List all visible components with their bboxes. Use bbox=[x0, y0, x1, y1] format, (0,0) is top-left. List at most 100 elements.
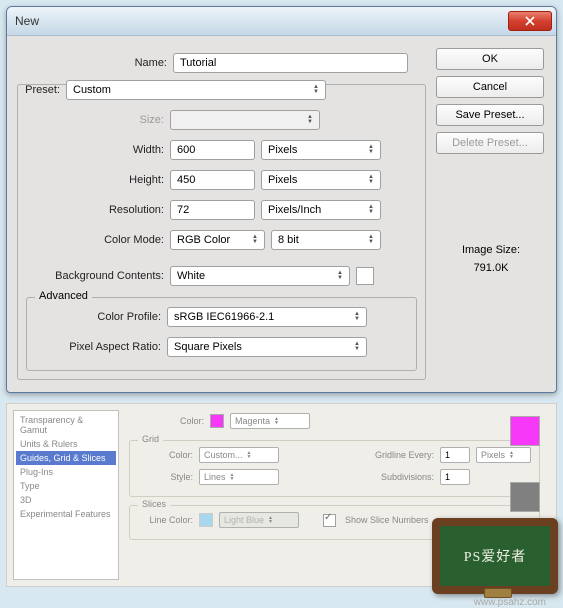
preset-value: Custom bbox=[73, 84, 111, 96]
slices-linecolor-select: Light Blue bbox=[219, 512, 299, 528]
slices-linecolor-label: Line Color: bbox=[138, 515, 193, 525]
gridline-input[interactable] bbox=[440, 447, 470, 463]
titlebar: New bbox=[7, 7, 556, 36]
size-select bbox=[170, 110, 320, 130]
updown-icon bbox=[247, 451, 252, 459]
colormode-select[interactable]: RGB Color bbox=[170, 230, 265, 250]
grid-color-select[interactable]: Custom... bbox=[199, 447, 279, 463]
updown-icon bbox=[354, 342, 360, 352]
bgcontents-label: Background Contents: bbox=[26, 270, 164, 282]
image-size-block: Image Size: 791.0K bbox=[436, 244, 546, 274]
sidebar-item-guides[interactable]: Guides, Grid & Slices bbox=[16, 451, 116, 465]
grid-color-value: Custom... bbox=[204, 450, 243, 460]
name-label: Name: bbox=[17, 57, 167, 69]
image-size-label: Image Size: bbox=[436, 244, 546, 256]
colorprofile-label: Color Profile: bbox=[35, 311, 161, 323]
guides-color-select[interactable]: Magenta bbox=[230, 413, 310, 429]
width-unit-value: Pixels bbox=[268, 144, 297, 156]
form-column: Name: Preset: Custom Size: bbox=[17, 48, 426, 380]
save-preset-button[interactable]: Save Preset... bbox=[436, 104, 544, 126]
colorbits-value: 8 bit bbox=[278, 234, 299, 246]
updown-icon bbox=[313, 85, 319, 95]
subdiv-label: Subdivisions: bbox=[381, 472, 434, 482]
gridline-unit-select[interactable]: Pixels bbox=[476, 447, 531, 463]
bgcontents-select[interactable]: White bbox=[170, 266, 350, 286]
slices-linecolor-value: Light Blue bbox=[224, 515, 264, 525]
updown-icon bbox=[230, 473, 235, 481]
prefs-panel: Transparency & Gamut Units & Rulers Guid… bbox=[6, 403, 557, 587]
sidebar-item-transparency[interactable]: Transparency & Gamut bbox=[16, 413, 116, 437]
colorbits-select[interactable]: 8 bit bbox=[271, 230, 381, 250]
close-icon bbox=[525, 16, 535, 26]
colorprofile-select[interactable]: sRGB IEC61966-2.1 bbox=[167, 307, 367, 327]
new-dialog: New Name: Preset: Custom Size: bbox=[6, 6, 557, 393]
sidebar-item-plugins[interactable]: Plug-Ins bbox=[16, 465, 116, 479]
sidebar-item-units[interactable]: Units & Rulers bbox=[16, 437, 116, 451]
updown-icon bbox=[307, 115, 313, 125]
dialog-body: Name: Preset: Custom Size: bbox=[7, 36, 556, 392]
subdiv-input[interactable] bbox=[440, 469, 470, 485]
guides-color-preview[interactable] bbox=[510, 416, 540, 446]
width-label: Width: bbox=[26, 144, 164, 156]
updown-icon bbox=[354, 312, 360, 322]
resolution-unit-select[interactable]: Pixels/Inch bbox=[261, 200, 381, 220]
cancel-button[interactable]: Cancel bbox=[436, 76, 544, 98]
updown-icon bbox=[268, 516, 273, 524]
show-slice-checkbox[interactable] bbox=[323, 514, 336, 527]
grid-style-label: Style: bbox=[138, 472, 193, 482]
updown-icon bbox=[368, 235, 374, 245]
slices-title: Slices bbox=[138, 499, 170, 509]
gridline-label: Gridline Every: bbox=[375, 450, 434, 460]
ok-button[interactable]: OK bbox=[436, 48, 544, 70]
pixelaspect-value: Square Pixels bbox=[174, 341, 242, 353]
width-input[interactable] bbox=[170, 140, 255, 160]
watermark-chalkboard: PS爱好者 bbox=[432, 518, 558, 594]
bg-color-swatch[interactable] bbox=[356, 267, 374, 285]
close-button[interactable] bbox=[508, 11, 552, 31]
bgcontents-value: White bbox=[177, 270, 205, 282]
delete-preset-button: Delete Preset... bbox=[436, 132, 544, 154]
grid-color-preview[interactable] bbox=[510, 482, 540, 512]
guides-color-label: Color: bbox=[149, 416, 204, 426]
resolution-input[interactable] bbox=[170, 200, 255, 220]
grid-group: Grid Color: Custom... Gridline Every: Pi… bbox=[129, 440, 540, 497]
resolution-unit-value: Pixels/Inch bbox=[268, 204, 321, 216]
resolution-label: Resolution: bbox=[26, 204, 164, 216]
preset-label: Preset: bbox=[20, 84, 60, 96]
slices-color-swatch-icon bbox=[199, 513, 213, 527]
height-unit-select[interactable]: Pixels bbox=[261, 170, 381, 190]
sidebar-item-type[interactable]: Type bbox=[16, 479, 116, 493]
prefs-sidebar: Transparency & Gamut Units & Rulers Guid… bbox=[13, 410, 119, 580]
pixelaspect-select[interactable]: Square Pixels bbox=[167, 337, 367, 357]
pixelaspect-label: Pixel Aspect Ratio: bbox=[35, 341, 161, 353]
height-unit-value: Pixels bbox=[268, 174, 297, 186]
guides-color-value: Magenta bbox=[235, 416, 270, 426]
preset-select[interactable]: Custom bbox=[66, 80, 326, 100]
show-slice-label: Show Slice Numbers bbox=[345, 515, 429, 525]
height-input[interactable] bbox=[170, 170, 255, 190]
gridline-unit-value: Pixels bbox=[481, 450, 505, 460]
width-unit-select[interactable]: Pixels bbox=[261, 140, 381, 160]
updown-icon bbox=[337, 271, 343, 281]
sidebar-item-experimental[interactable]: Experimental Features bbox=[16, 507, 116, 521]
guides-color-swatch-icon bbox=[210, 414, 224, 428]
size-label: Size: bbox=[26, 114, 164, 126]
sidebar-item-3d[interactable]: 3D bbox=[16, 493, 116, 507]
updown-icon bbox=[509, 451, 514, 459]
advanced-legend: Advanced bbox=[35, 290, 92, 302]
name-input[interactable] bbox=[173, 53, 408, 73]
grid-title: Grid bbox=[138, 434, 163, 444]
updown-icon bbox=[252, 235, 258, 245]
updown-icon bbox=[368, 175, 374, 185]
updown-icon bbox=[368, 205, 374, 215]
grid-style-select[interactable]: Lines bbox=[199, 469, 279, 485]
advanced-group: Advanced Color Profile: sRGB IEC61966-2.… bbox=[26, 297, 417, 371]
image-size-value: 791.0K bbox=[436, 262, 546, 274]
grid-color-label: Color: bbox=[138, 450, 193, 460]
watermark-url: www.psahz.com bbox=[474, 597, 546, 608]
colormode-value: RGB Color bbox=[177, 234, 230, 246]
height-label: Height: bbox=[26, 174, 164, 186]
updown-icon bbox=[274, 417, 279, 425]
chalkboard-text: PS爱好者 bbox=[464, 546, 527, 566]
updown-icon bbox=[368, 145, 374, 155]
